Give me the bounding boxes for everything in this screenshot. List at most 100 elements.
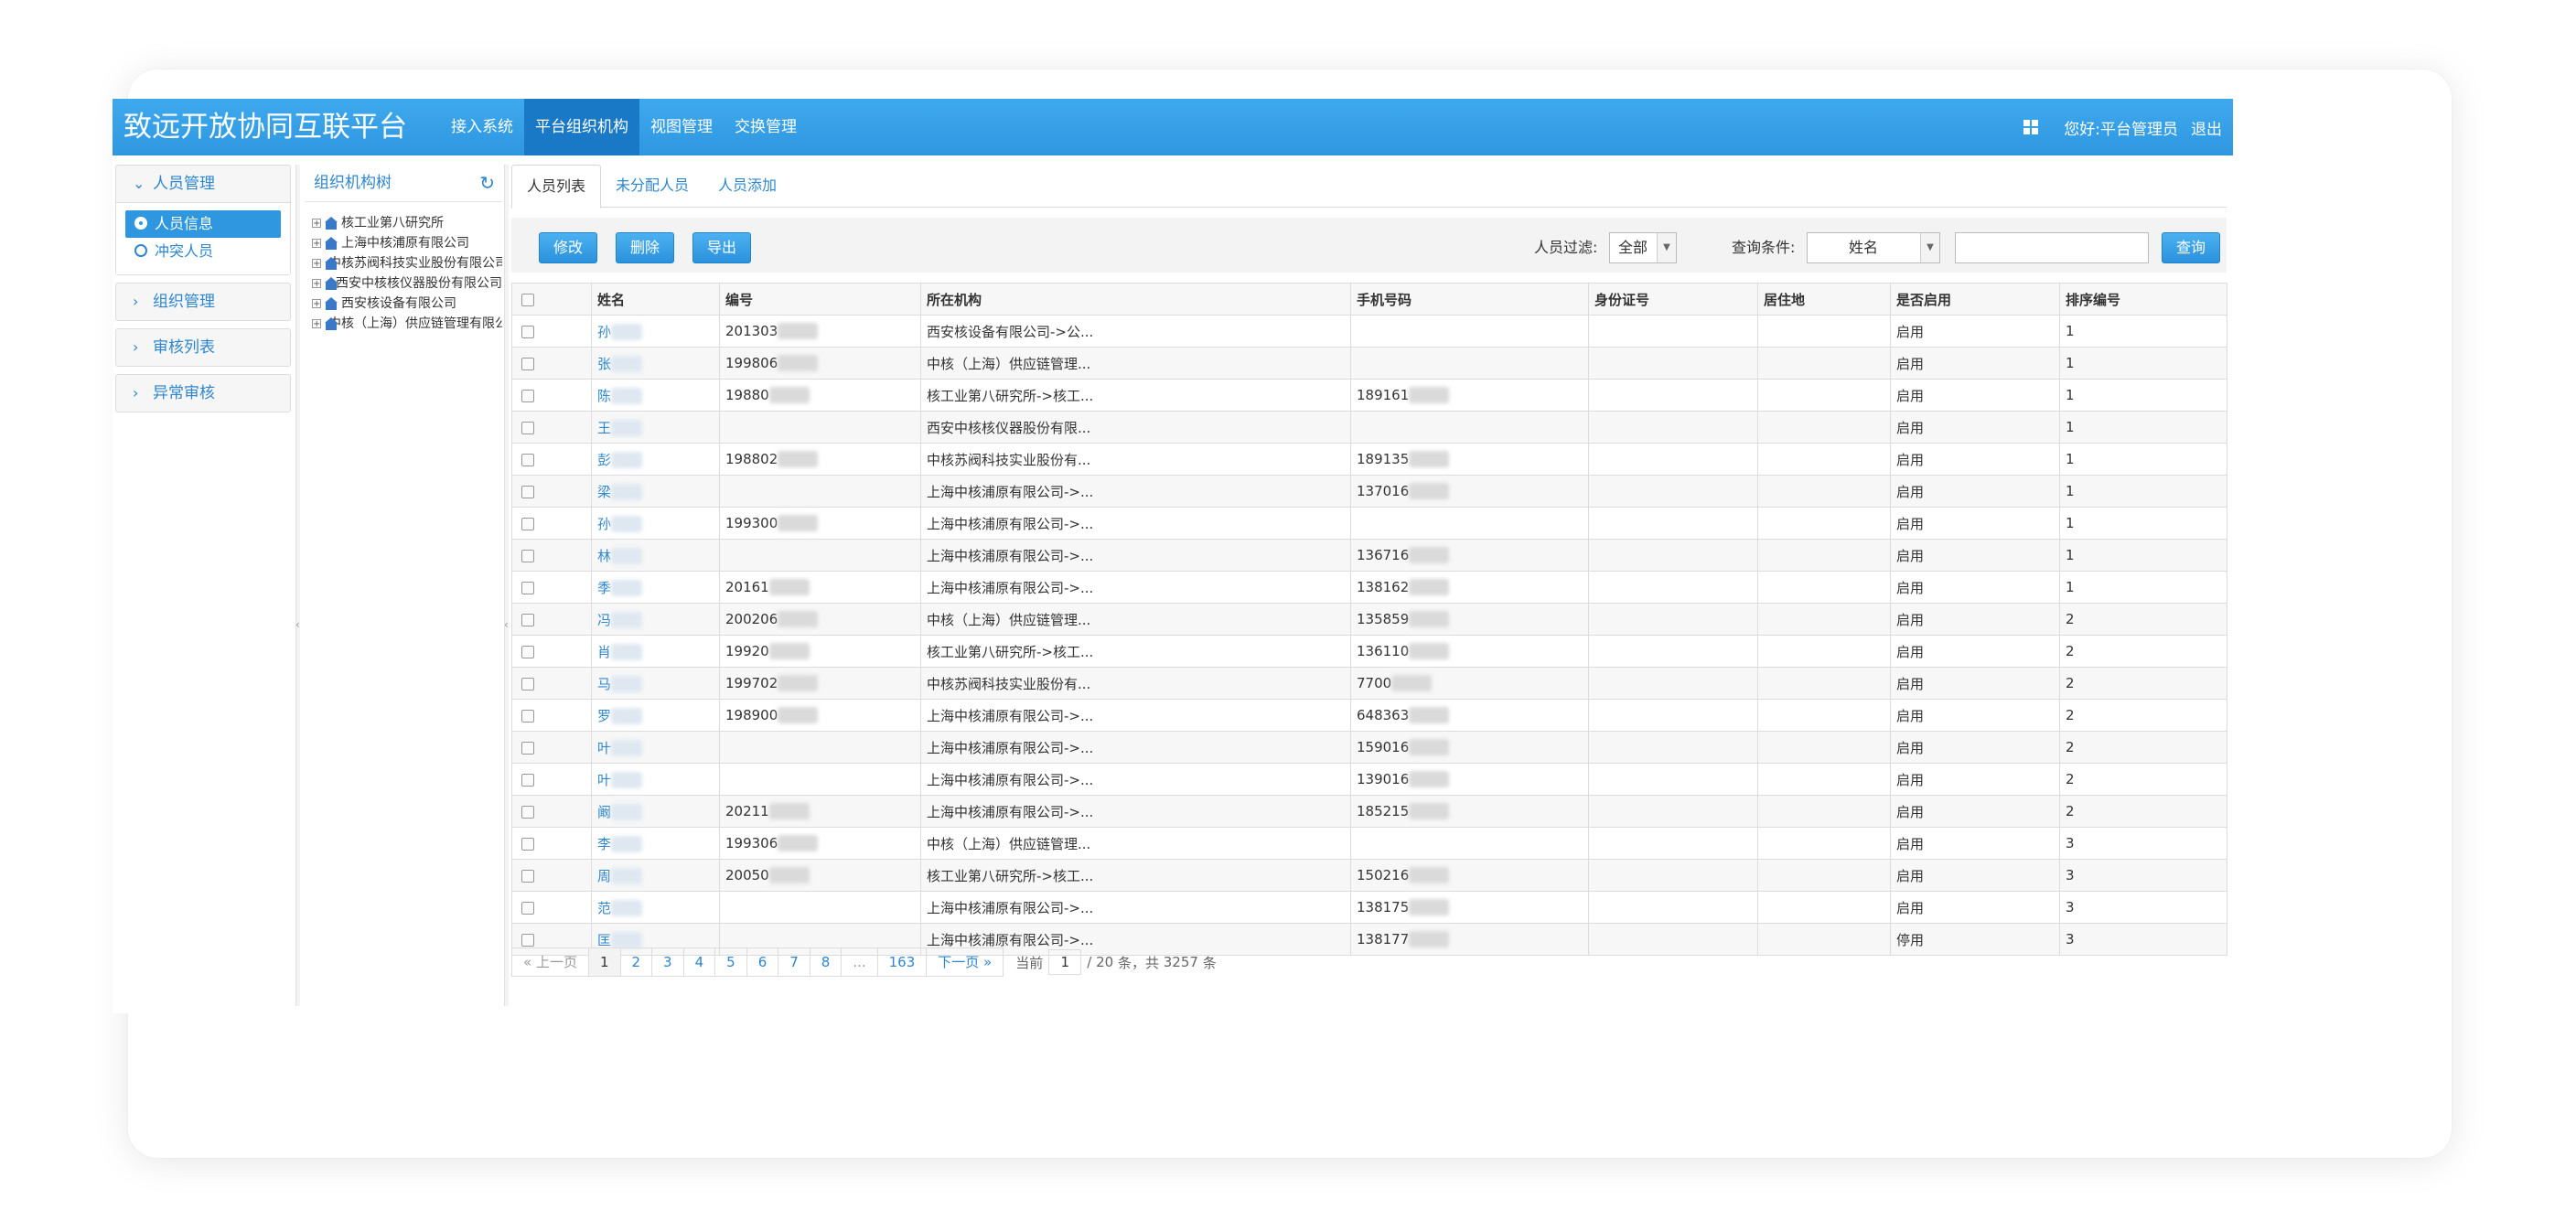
person-name-link[interactable]: 张 bbox=[597, 356, 611, 372]
person-name-link[interactable]: 彭 bbox=[597, 452, 611, 468]
expand-plus-icon[interactable]: + bbox=[312, 279, 321, 289]
person-name-link[interactable]: 范 bbox=[597, 900, 611, 916]
checkbox[interactable] bbox=[521, 357, 534, 370]
checkbox[interactable] bbox=[521, 901, 534, 915]
page-button[interactable]: 6 bbox=[746, 947, 779, 977]
table-row[interactable]: 叶 上海中核浦原有限公司->... 159016 启用 2 bbox=[511, 731, 2227, 764]
tree-node[interactable]: + 上海中核浦原有限公司 bbox=[312, 233, 502, 253]
row-select-cell[interactable] bbox=[511, 315, 592, 348]
col-header[interactable]: 是否启用 bbox=[1890, 283, 2060, 316]
row-select-cell[interactable] bbox=[511, 475, 592, 508]
checkbox[interactable] bbox=[521, 485, 534, 498]
person-name-link[interactable]: 叶 bbox=[597, 740, 611, 756]
name-cell[interactable]: 李 bbox=[591, 827, 720, 860]
row-select-cell[interactable] bbox=[511, 891, 592, 924]
query-field-select[interactable]: 姓名 ▼ bbox=[1807, 232, 1940, 263]
checkbox[interactable] bbox=[521, 293, 534, 306]
person-name-link[interactable]: 冯 bbox=[597, 612, 611, 628]
checkbox[interactable] bbox=[521, 933, 534, 947]
checkbox[interactable] bbox=[521, 773, 534, 787]
query-input[interactable] bbox=[1955, 232, 2149, 263]
name-cell[interactable]: 张 bbox=[591, 347, 720, 380]
table-row[interactable]: 彭 198802 中核苏阀科技实业股份有... 189135 启用 1 bbox=[511, 443, 2227, 476]
checkbox[interactable] bbox=[521, 645, 534, 658]
table-row[interactable]: 冯 200206 中核（上海）供应链管理... 135859 启用 2 bbox=[511, 603, 2227, 636]
menu-head-exception[interactable]: › 异常审核 bbox=[116, 375, 290, 412]
name-cell[interactable]: 马 bbox=[591, 667, 720, 700]
page-button[interactable]: 8 bbox=[809, 947, 843, 977]
tab-person-add[interactable]: 人员添加 bbox=[703, 165, 791, 207]
table-row[interactable]: 李 199306 中核（上海）供应链管理... 启用 3 bbox=[511, 827, 2227, 860]
search-button[interactable]: 查询 bbox=[2162, 232, 2220, 263]
checkbox[interactable] bbox=[521, 741, 534, 755]
name-cell[interactable]: 孙 bbox=[591, 315, 720, 348]
tree-splitter[interactable]: ‹ bbox=[504, 165, 509, 1006]
table-row[interactable]: 张 199806 中核（上海）供应链管理... 启用 1 bbox=[511, 347, 2227, 380]
row-select-cell[interactable] bbox=[511, 699, 592, 732]
page-button[interactable]: 3 bbox=[651, 947, 684, 977]
person-name-link[interactable]: 季 bbox=[597, 580, 611, 596]
table-row[interactable]: 孙 199300 上海中核浦原有限公司->... 启用 1 bbox=[511, 507, 2227, 540]
checkbox[interactable] bbox=[521, 581, 534, 594]
name-cell[interactable]: 王 bbox=[591, 411, 720, 444]
name-cell[interactable]: 季 bbox=[591, 571, 720, 604]
row-select-cell[interactable] bbox=[511, 571, 592, 604]
person-name-link[interactable]: 孙 bbox=[597, 324, 611, 340]
table-row[interactable]: 罗 198900 上海中核浦原有限公司->... 648363 启用 2 bbox=[511, 699, 2227, 732]
person-name-link[interactable]: 陈 bbox=[597, 388, 611, 404]
current-page-input[interactable]: 1 bbox=[1048, 949, 1082, 975]
tab-unassigned[interactable]: 未分配人员 bbox=[601, 165, 703, 207]
col-header[interactable]: 姓名 bbox=[591, 283, 720, 316]
checkbox[interactable] bbox=[521, 453, 534, 466]
person-name-link[interactable]: 叶 bbox=[597, 772, 611, 788]
name-cell[interactable]: 阚 bbox=[591, 795, 720, 828]
tree-node[interactable]: + 中核苏阀科技实业股份有限公司 bbox=[312, 253, 502, 273]
table-row[interactable]: 孙 201303 西安核设备有限公司->公... 启用 1 bbox=[511, 315, 2227, 348]
checkbox[interactable] bbox=[521, 613, 534, 626]
checkbox[interactable] bbox=[521, 517, 534, 530]
row-select-cell[interactable] bbox=[511, 411, 592, 444]
table-row[interactable]: 范 上海中核浦原有限公司->... 138175 启用 3 bbox=[511, 891, 2227, 924]
page-button[interactable]: 5 bbox=[714, 947, 747, 977]
select-all-cell[interactable] bbox=[511, 283, 592, 316]
checkbox[interactable] bbox=[521, 869, 534, 883]
table-row[interactable]: 林 上海中核浦原有限公司->... 136716 启用 1 bbox=[511, 539, 2227, 572]
row-select-cell[interactable] bbox=[511, 795, 592, 828]
checkbox[interactable] bbox=[521, 677, 534, 690]
name-cell[interactable]: 彭 bbox=[591, 443, 720, 476]
checkbox[interactable] bbox=[521, 389, 534, 402]
person-name-link[interactable]: 梁 bbox=[597, 484, 611, 500]
name-cell[interactable]: 范 bbox=[591, 891, 720, 924]
menu-item-person-info[interactable]: 人员信息 bbox=[125, 210, 281, 238]
page-button[interactable]: 4 bbox=[682, 947, 716, 977]
row-select-cell[interactable] bbox=[511, 507, 592, 540]
row-select-cell[interactable] bbox=[511, 859, 592, 892]
row-select-cell[interactable] bbox=[511, 635, 592, 668]
collapse-arrow-icon[interactable]: ‹ bbox=[504, 618, 509, 631]
col-header[interactable]: 身份证号 bbox=[1588, 283, 1758, 316]
table-row[interactable]: 梁 上海中核浦原有限公司->... 137016 启用 1 bbox=[511, 475, 2227, 508]
col-header[interactable]: 居住地 bbox=[1757, 283, 1891, 316]
page-button[interactable]: 7 bbox=[778, 947, 810, 977]
row-select-cell[interactable] bbox=[511, 539, 592, 572]
logout-link[interactable]: 退出 bbox=[2191, 116, 2222, 139]
table-row[interactable]: 周 20050 核工业第八研究所->核工... 150216 启用 3 bbox=[511, 859, 2227, 892]
person-name-link[interactable]: 李 bbox=[597, 836, 611, 852]
checkbox[interactable] bbox=[521, 805, 534, 819]
checkbox[interactable] bbox=[521, 325, 534, 338]
tree-node[interactable]: + 西安中核核仪器股份有限公司 bbox=[312, 273, 502, 294]
checkbox[interactable] bbox=[521, 421, 534, 434]
nav-view-manage[interactable]: 视图管理 bbox=[639, 99, 724, 155]
row-select-cell[interactable] bbox=[511, 827, 592, 860]
collapse-arrow-icon[interactable]: ‹ bbox=[295, 618, 300, 631]
person-name-link[interactable]: 阚 bbox=[597, 804, 611, 820]
row-select-cell[interactable] bbox=[511, 667, 592, 700]
edit-button[interactable]: 修改 bbox=[539, 232, 597, 263]
col-header[interactable]: 排序编号 bbox=[2059, 283, 2227, 316]
checkbox[interactable] bbox=[521, 549, 534, 562]
name-cell[interactable]: 陈 bbox=[591, 379, 720, 412]
filter-select[interactable]: 全部 ▼ bbox=[1609, 232, 1677, 263]
name-cell[interactable]: 林 bbox=[591, 539, 720, 572]
nav-access-system[interactable]: 接入系统 bbox=[440, 99, 524, 155]
expand-plus-icon[interactable]: + bbox=[312, 319, 321, 329]
